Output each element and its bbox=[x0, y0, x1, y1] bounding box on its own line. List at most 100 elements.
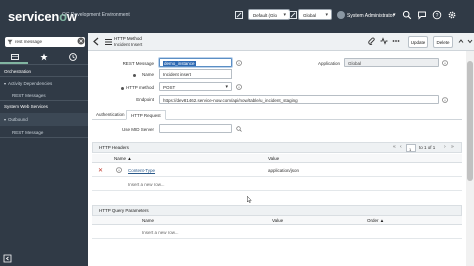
all-apps-icon[interactable] bbox=[11, 53, 19, 61]
query-params-table-header: Name Value Order ▲ bbox=[92, 216, 462, 225]
chevron-down-icon: ▾ bbox=[225, 84, 228, 90]
mid-server-field[interactable] bbox=[159, 124, 232, 133]
chevron-down-icon: ▾ bbox=[325, 12, 328, 18]
search-icon[interactable] bbox=[402, 10, 412, 20]
next-page-icon[interactable]: › bbox=[444, 144, 446, 150]
mouse-cursor-icon bbox=[247, 196, 252, 203]
nav-section-system-web-services[interactable]: System Web Services bbox=[4, 104, 48, 109]
form-scrollbar[interactable] bbox=[466, 51, 474, 266]
nav-item-rest-messages[interactable]: REST Messages bbox=[12, 93, 46, 98]
chevron-down-icon[interactable]: ▾ bbox=[393, 12, 396, 18]
delete-button[interactable]: Delete bbox=[433, 36, 453, 48]
connect-chat-icon[interactable] bbox=[417, 10, 427, 20]
tab-http-request[interactable]: HTTP Request bbox=[126, 110, 166, 120]
nav-group-label: Outbound bbox=[8, 117, 28, 122]
gear-icon[interactable] bbox=[447, 10, 457, 20]
header-value-cell[interactable]: application/json bbox=[268, 168, 299, 173]
attachment-icon[interactable] bbox=[368, 37, 376, 45]
insert-row: Insert a new row... bbox=[92, 226, 462, 239]
scrollbar-thumb[interactable] bbox=[467, 61, 473, 181]
application-navigator: rest message Orchestration ▾ Activity Dep bbox=[0, 33, 88, 266]
collapse-navigator-icon[interactable] bbox=[3, 254, 12, 263]
form-tabs: Authentication HTTP Request bbox=[92, 109, 462, 120]
endpoint-label: Endpoint bbox=[136, 97, 154, 102]
http-headers-section-header: HTTP Headers « ‹ 1 to 1 of 1 › » bbox=[92, 142, 462, 153]
navigator-tabs bbox=[0, 50, 88, 64]
user-name[interactable]: System Administrator bbox=[347, 13, 394, 19]
rest-message-field[interactable]: demo_instance bbox=[159, 58, 232, 67]
query-params-section-header: HTTP Query Parameters bbox=[92, 205, 462, 216]
next-record-icon[interactable] bbox=[466, 37, 474, 45]
last-page-icon[interactable]: » bbox=[451, 144, 454, 150]
divider bbox=[0, 137, 88, 138]
update-button[interactable]: Update bbox=[408, 36, 428, 48]
insert-new-row[interactable]: Insert a new row... bbox=[142, 230, 179, 235]
application-select[interactable]: Global ▾ bbox=[298, 9, 332, 20]
form-header: HTTP Method Incident Insert Update Delet… bbox=[88, 33, 474, 51]
edit-scope-icon[interactable] bbox=[234, 10, 244, 20]
nav-group-label: Activity Dependencies bbox=[8, 81, 53, 86]
rest-message-label: REST Message bbox=[122, 61, 154, 66]
edit-application-icon[interactable] bbox=[288, 10, 298, 20]
http-method-select[interactable]: POST ▾ bbox=[159, 82, 232, 91]
first-page-icon[interactable]: « bbox=[393, 144, 396, 150]
tab-authentication[interactable]: Authentication bbox=[92, 110, 129, 120]
autocomplete-option[interactable]: Incident insert bbox=[163, 72, 191, 77]
hamburger-menu-icon[interactable] bbox=[104, 38, 113, 46]
divider bbox=[0, 76, 88, 77]
instance-name: OC Development Environment bbox=[62, 12, 130, 18]
app: servicenow OC Development Environment De… bbox=[0, 0, 474, 266]
form-title: HTTP Method bbox=[114, 36, 142, 41]
help-icon[interactable]: ? bbox=[432, 10, 442, 20]
clear-filter-icon[interactable] bbox=[77, 37, 85, 45]
info-icon[interactable] bbox=[442, 60, 448, 66]
scope-select[interactable]: Default (Glo ▾ bbox=[248, 9, 290, 20]
rest-message-value: demo_instance bbox=[163, 61, 196, 66]
info-icon[interactable] bbox=[442, 97, 448, 103]
column-header-name[interactable]: Name ▲ bbox=[114, 156, 132, 161]
info-icon[interactable] bbox=[116, 167, 122, 173]
endpoint-field[interactable]: https://dev81462.service-now.com/api/now… bbox=[159, 95, 439, 104]
favorites-star-icon[interactable] bbox=[40, 53, 48, 61]
scope-select-value: Default (Glo bbox=[253, 13, 278, 18]
name-label: Name bbox=[141, 72, 154, 77]
navigator-filter-input[interactable]: rest message bbox=[5, 37, 85, 47]
column-header-order[interactable]: Order ▲ bbox=[367, 218, 384, 223]
application-label: Application bbox=[317, 61, 340, 66]
history-clock-icon[interactable] bbox=[69, 53, 77, 61]
filter-icon bbox=[7, 39, 13, 45]
delete-row-icon[interactable]: ✕ bbox=[98, 167, 103, 174]
column-header-value[interactable]: Value bbox=[272, 218, 283, 223]
application-select-value: Global bbox=[303, 13, 317, 18]
activity-stream-icon[interactable] bbox=[380, 37, 388, 45]
back-icon[interactable] bbox=[92, 37, 100, 46]
form-body: REST Message demo_instance Incident inse… bbox=[88, 51, 466, 266]
query-params-title: HTTP Query Parameters bbox=[99, 208, 149, 213]
search-icon[interactable] bbox=[236, 126, 242, 132]
info-icon[interactable] bbox=[236, 84, 242, 90]
nav-item-rest-message[interactable]: REST Message bbox=[12, 130, 43, 135]
column-header-value[interactable]: Value bbox=[268, 156, 279, 161]
divider bbox=[0, 64, 88, 65]
http-headers-title: HTTP Headers bbox=[99, 145, 129, 150]
page-number-input[interactable]: 1 bbox=[406, 144, 416, 152]
column-header-name[interactable]: Name bbox=[142, 218, 154, 223]
avatar[interactable] bbox=[337, 11, 345, 19]
more-options-icon[interactable] bbox=[392, 37, 400, 45]
http-method-value: POST bbox=[163, 85, 176, 90]
insert-row: Insert a new row... bbox=[92, 178, 462, 191]
previous-record-icon[interactable] bbox=[457, 37, 465, 45]
http-headers-table-header: Name ▲ Value bbox=[92, 154, 462, 163]
nav-section-orchestration[interactable]: Orchestration bbox=[4, 69, 31, 74]
caret-down-icon: ▾ bbox=[4, 81, 7, 86]
insert-new-row[interactable]: Insert a new row... bbox=[128, 182, 165, 187]
nav-group-outbound[interactable]: ▾ Outbound bbox=[4, 117, 28, 122]
info-icon[interactable] bbox=[236, 60, 242, 66]
divider bbox=[0, 100, 88, 101]
previous-page-icon[interactable]: ‹ bbox=[400, 144, 402, 150]
table-row: ✕ Content-Type application/json bbox=[92, 164, 462, 177]
autocomplete-dropdown: Incident insert bbox=[159, 69, 232, 79]
mid-server-label: Use MID Server bbox=[121, 127, 154, 132]
nav-group-activity-dependencies[interactable]: ▾ Activity Dependencies bbox=[4, 81, 52, 86]
header-name-cell[interactable]: Content-Type bbox=[128, 168, 155, 173]
